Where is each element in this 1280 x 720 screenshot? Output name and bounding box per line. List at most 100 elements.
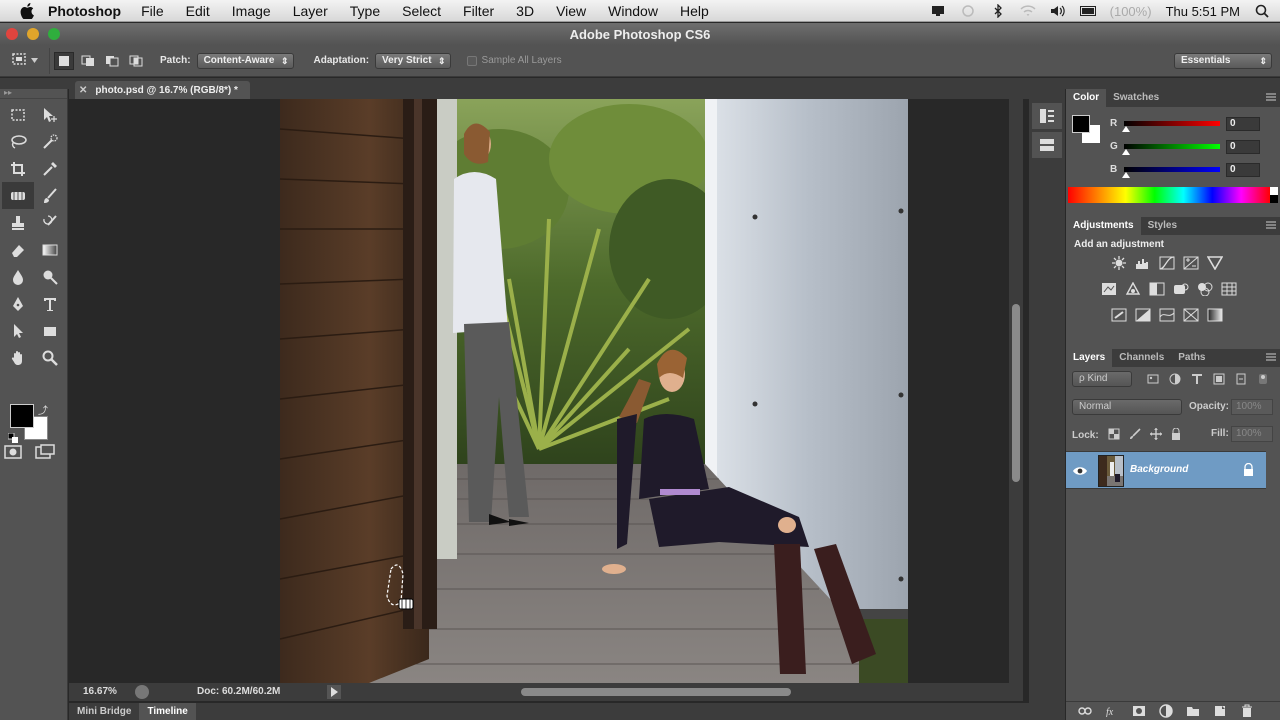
menu-window[interactable]: Window xyxy=(608,3,658,19)
exposure-icon[interactable] xyxy=(1182,255,1200,271)
layer-style-fx-icon[interactable]: fx xyxy=(1105,704,1119,718)
battery-icon[interactable] xyxy=(1079,4,1096,18)
new-layer-icon[interactable] xyxy=(1213,704,1227,718)
workspace-switcher[interactable]: Essentials xyxy=(1174,53,1272,69)
document-info[interactable]: Doc: 60.2M/60.2M xyxy=(197,686,280,697)
tool-preset-picker[interactable] xyxy=(0,47,50,74)
green-slider-knob[interactable] xyxy=(1122,149,1130,155)
type-tool[interactable] xyxy=(34,290,66,317)
filter-type-layers-icon[interactable] xyxy=(1190,372,1204,386)
selection-subtract-button[interactable] xyxy=(102,52,122,70)
brightness-contrast-icon[interactable] xyxy=(1110,255,1128,271)
path-selection-tool[interactable] xyxy=(2,317,34,344)
menu-file[interactable]: File xyxy=(141,3,164,19)
vertical-scroll-thumb[interactable] xyxy=(1012,304,1020,482)
zoom-tool[interactable] xyxy=(34,344,66,371)
tab-color[interactable]: Color xyxy=(1066,89,1107,107)
swap-colors-icon[interactable]: ⤴ xyxy=(38,402,48,417)
lock-transparent-pixels-icon[interactable] xyxy=(1108,428,1120,443)
delete-layer-icon[interactable] xyxy=(1240,704,1254,718)
spotlight-search-icon[interactable] xyxy=(1254,4,1270,18)
properties-panel-icon[interactable] xyxy=(1032,132,1062,158)
wifi-icon[interactable] xyxy=(1020,4,1036,18)
eraser-tool[interactable] xyxy=(2,236,34,263)
default-colors-icon[interactable] xyxy=(7,430,18,443)
tab-swatches[interactable]: Swatches xyxy=(1106,89,1166,107)
blur-tool[interactable] xyxy=(2,263,34,290)
opacity-input[interactable]: 100% xyxy=(1231,399,1273,415)
red-slider[interactable]: R 0 xyxy=(1110,117,1276,132)
link-layers-icon[interactable] xyxy=(1078,704,1092,718)
red-value-input[interactable]: 0 xyxy=(1226,117,1260,131)
panel-menu-icon[interactable] xyxy=(1266,352,1276,362)
filter-pixel-layers-icon[interactable] xyxy=(1146,372,1160,386)
lock-image-pixels-icon[interactable] xyxy=(1129,427,1141,443)
hue-saturation-icon[interactable] xyxy=(1100,281,1118,297)
move-tool[interactable] xyxy=(34,101,66,128)
layer-name[interactable]: Background xyxy=(1130,464,1188,475)
tab-timeline[interactable]: Timeline xyxy=(139,703,196,720)
lasso-tool[interactable] xyxy=(2,128,34,155)
pen-tool[interactable] xyxy=(2,290,34,317)
tools-panel-grip[interactable]: ▸▸ xyxy=(0,89,67,99)
menu-app-name[interactable]: Photoshop xyxy=(48,3,121,19)
tab-paths[interactable]: Paths xyxy=(1171,349,1212,367)
channel-mixer-icon[interactable] xyxy=(1196,281,1214,297)
menu-layer[interactable]: Layer xyxy=(293,3,328,19)
canvas-vertical-scrollbar[interactable] xyxy=(1009,99,1023,683)
document-photo[interactable] xyxy=(69,99,1009,683)
hand-tool[interactable] xyxy=(2,344,34,371)
crop-tool[interactable] xyxy=(2,155,34,182)
selection-new-button[interactable] xyxy=(54,51,74,70)
tab-channels[interactable]: Channels xyxy=(1112,349,1171,367)
curves-icon[interactable] xyxy=(1158,255,1176,271)
rectangular-marquee-tool[interactable] xyxy=(2,101,34,128)
blue-slider-knob[interactable] xyxy=(1122,172,1130,178)
filter-smart-objects-icon[interactable] xyxy=(1234,372,1248,386)
adaptation-select[interactable]: Very Strict xyxy=(375,52,451,69)
menu-help[interactable]: Help xyxy=(680,3,709,19)
eyedropper-tool[interactable] xyxy=(34,155,66,182)
threshold-icon[interactable] xyxy=(1158,307,1176,323)
new-adjustment-layer-icon[interactable] xyxy=(1159,704,1173,718)
zoom-window-button[interactable] xyxy=(48,28,60,40)
apple-icon[interactable] xyxy=(18,2,36,20)
blue-value-input[interactable]: 0 xyxy=(1226,163,1260,177)
patch-tool[interactable] xyxy=(2,182,34,209)
gradient-tool[interactable] xyxy=(34,236,66,263)
selective-color-icon[interactable] xyxy=(1182,307,1200,323)
red-slider-knob[interactable] xyxy=(1122,126,1130,132)
bluetooth-icon[interactable] xyxy=(990,4,1006,18)
brush-tool[interactable] xyxy=(34,182,66,209)
dodge-tool[interactable] xyxy=(34,263,66,290)
blend-mode-select[interactable]: Normal xyxy=(1072,399,1182,415)
history-panel-icon[interactable] xyxy=(1032,103,1062,129)
layer-visibility-eye-icon[interactable] xyxy=(1072,464,1090,478)
sync-icon[interactable] xyxy=(960,4,976,18)
history-brush-tool[interactable] xyxy=(34,209,66,236)
black-white-ramp[interactable] xyxy=(1270,187,1278,203)
menubar-clock[interactable]: Thu 5:51 PM xyxy=(1166,4,1240,19)
document-tab[interactable]: ✕ photo.psd @ 16.7% (RGB/8*) * xyxy=(75,81,250,99)
green-slider-track[interactable] xyxy=(1124,144,1220,149)
new-group-icon[interactable] xyxy=(1186,704,1200,718)
color-panel-foreground-swatch[interactable] xyxy=(1072,115,1090,133)
quick-mask-icon[interactable] xyxy=(2,444,24,465)
display-icon[interactable] xyxy=(930,4,946,18)
layer-row-background[interactable]: Background xyxy=(1066,451,1266,489)
menu-select[interactable]: Select xyxy=(402,3,441,19)
menu-edit[interactable]: Edit xyxy=(186,3,210,19)
green-value-input[interactable]: 0 xyxy=(1226,140,1260,154)
zoom-level[interactable]: 16.67% xyxy=(83,686,117,697)
invert-icon[interactable] xyxy=(1110,307,1128,323)
gradient-map-icon[interactable] xyxy=(1206,307,1224,323)
sample-all-layers-checkbox[interactable]: Sample All Layers xyxy=(466,55,562,66)
panel-menu-icon[interactable] xyxy=(1266,92,1276,102)
close-window-button[interactable] xyxy=(6,28,18,40)
color-spectrum-bar[interactable] xyxy=(1068,187,1278,203)
vibrance-icon[interactable] xyxy=(1206,255,1224,271)
lock-all-icon[interactable] xyxy=(1171,427,1181,443)
tab-adjustments[interactable]: Adjustments xyxy=(1066,217,1141,235)
filter-toggle-icon[interactable] xyxy=(1256,372,1270,386)
zoom-menu-icon[interactable] xyxy=(135,685,149,699)
